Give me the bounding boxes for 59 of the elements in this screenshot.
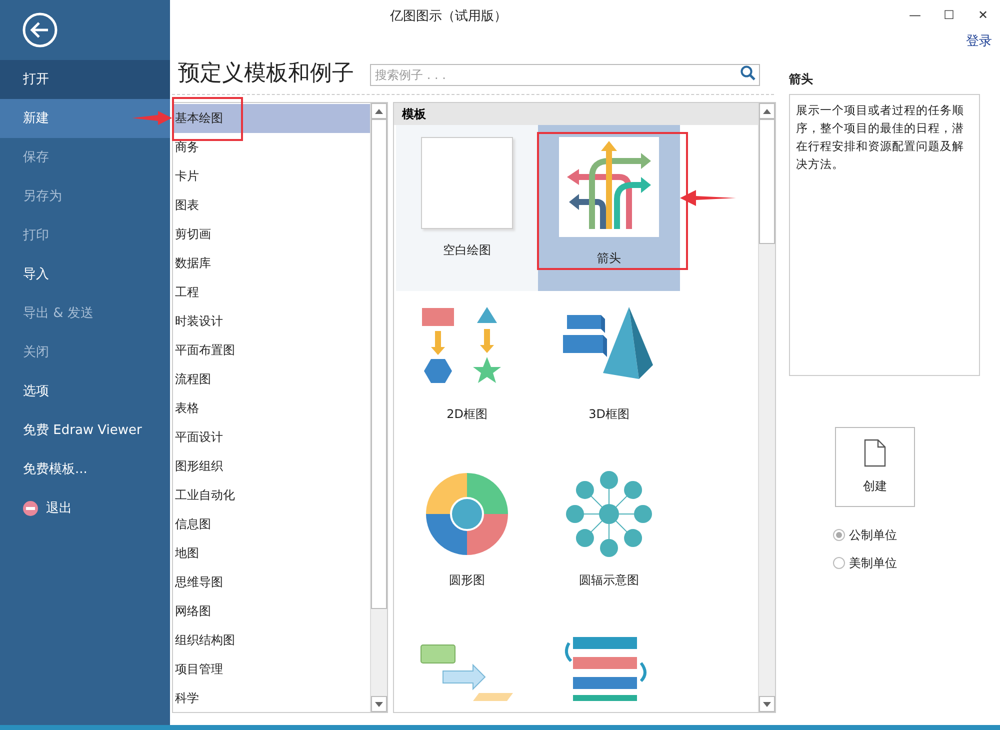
window-title: 亿图图示（试用版） [390, 8, 507, 26]
template-tile[interactable]: 2D框图 [396, 291, 538, 457]
template-tile[interactable]: 空白绘图 [396, 125, 538, 291]
close-button[interactable]: ✕ [966, 0, 1000, 30]
category-item[interactable]: 剪切画 [173, 220, 370, 249]
radio-label: 公制单位 [849, 527, 897, 544]
category-item[interactable]: 图形组织 [173, 451, 370, 480]
category-item[interactable]: 工程 [173, 278, 370, 307]
category-item[interactable]: 平面布置图 [173, 336, 370, 365]
category-item[interactable]: 商务 [173, 132, 370, 162]
sidebar-item[interactable]: 新建 [0, 99, 170, 138]
search-icon[interactable] [740, 65, 756, 81]
category-item[interactable]: 信息图 [173, 509, 370, 538]
template-tile[interactable]: 圆形图 [396, 457, 538, 623]
scroll-thumb[interactable] [759, 119, 775, 244]
sidebar-item[interactable]: 免费 Edraw Viewer [0, 411, 170, 450]
document-icon [864, 439, 886, 467]
radio-label: 美制单位 [849, 555, 897, 572]
no-entry-icon [23, 501, 38, 516]
radio-button[interactable] [833, 529, 845, 541]
section-header: 模板 [394, 103, 758, 125]
template-tile[interactable]: 3D框图 [538, 291, 680, 457]
category-item[interactable]: 流程图 [173, 364, 370, 394]
sidebar-item[interactable]: 选项 [0, 372, 170, 411]
template-title: 箭头 [789, 71, 814, 88]
sidebar-item[interactable]: 打开 [0, 60, 170, 99]
maximize-button[interactable]: ☐ [932, 0, 966, 30]
category-item[interactable]: 表格 [173, 394, 370, 422]
description-text: 展示一个项目或者过程的任务顺序，整个项目的最佳的日程，潜在行程安排和资源配置问题及解决方法。 [796, 102, 965, 173]
category-item[interactable]: 图表 [173, 190, 370, 220]
category-item[interactable]: 思维导图 [173, 567, 370, 596]
category-item[interactable]: 项目管理 [173, 654, 370, 684]
category-item[interactable]: 数据库 [173, 248, 370, 278]
category-item[interactable]: 基本绘图 [173, 104, 370, 133]
category-item[interactable]: 科学 [173, 683, 370, 712]
create-button[interactable]: 创建 [835, 427, 915, 507]
category-item[interactable]: 工业自动化 [173, 480, 370, 510]
category-item[interactable]: 时装设计 [173, 306, 370, 336]
sidebar-item[interactable]: 免费模板... [0, 450, 170, 489]
search-field[interactable]: 搜索例子 . . . [370, 64, 760, 86]
template-tile[interactable]: 圆辐示意图 [538, 457, 680, 623]
category-item[interactable]: 网络图 [173, 596, 370, 626]
radio-button[interactable] [833, 557, 845, 569]
minimize-button[interactable]: — [898, 0, 932, 30]
category-item[interactable]: 卡片 [173, 162, 370, 191]
scrollbar[interactable] [370, 103, 387, 712]
login-link[interactable]: 登录 [966, 32, 992, 54]
template-tile[interactable]: 箭头 [538, 125, 680, 291]
back-icon[interactable] [22, 12, 58, 48]
sidebar-item[interactable]: 导入 [0, 255, 170, 294]
sidebar-item[interactable]: 退出 [0, 489, 170, 528]
category-item[interactable]: 组织结构图 [173, 625, 370, 654]
page-heading: 预定义模板和例子 [177, 60, 354, 88]
category-item[interactable]: 平面设计 [173, 422, 370, 452]
scroll-thumb[interactable] [371, 119, 387, 609]
scrollbar[interactable] [758, 103, 775, 712]
category-item[interactable]: 地图 [173, 538, 370, 568]
annotation-frame [172, 97, 243, 141]
annotation-arrow [132, 111, 172, 125]
